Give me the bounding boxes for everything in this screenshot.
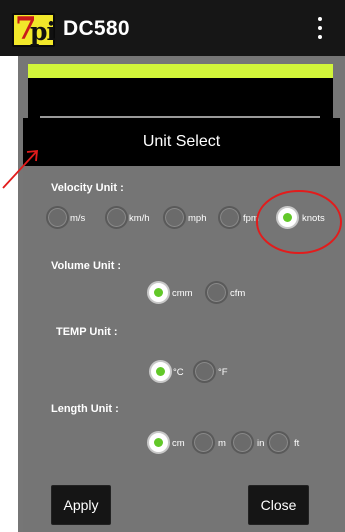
option-label-m: m bbox=[218, 438, 226, 449]
app-title: DC580 bbox=[63, 17, 130, 40]
app-logo: 7 pi bbox=[12, 12, 56, 47]
reading-display bbox=[28, 78, 333, 120]
radio-velocity-kmh[interactable] bbox=[105, 206, 128, 229]
unit-select-dialog: Unit Select Velocity Unit : m/s km/h mph… bbox=[23, 118, 340, 532]
option-label-in: in bbox=[257, 438, 265, 449]
option-label-cmm: cmm bbox=[172, 288, 193, 299]
option-label-cfm: cfm bbox=[230, 288, 246, 299]
close-button[interactable]: Close bbox=[248, 485, 309, 525]
radio-velocity-mph[interactable] bbox=[163, 206, 186, 229]
dialog-header: Unit Select bbox=[23, 118, 340, 166]
length-unit-label: Length Unit : bbox=[51, 403, 119, 415]
apply-button[interactable]: Apply bbox=[51, 485, 111, 525]
option-label-fahrenheit: °F bbox=[218, 367, 228, 378]
option-label-cm: cm bbox=[172, 438, 185, 449]
radio-length-in[interactable] bbox=[231, 431, 254, 454]
option-label-celsius: °C bbox=[173, 367, 184, 378]
radio-length-ft[interactable] bbox=[267, 431, 290, 454]
velocity-unit-label: Velocity Unit : bbox=[51, 182, 124, 194]
app-bar: 7 pi DC580 bbox=[0, 0, 345, 56]
more-vert-icon[interactable] bbox=[313, 15, 327, 41]
radio-velocity-ms[interactable] bbox=[46, 206, 69, 229]
option-label-fpm: fpm bbox=[243, 213, 259, 224]
radio-volume-cmm[interactable] bbox=[147, 281, 170, 304]
radio-length-cm[interactable] bbox=[147, 431, 170, 454]
radio-length-m[interactable] bbox=[192, 431, 215, 454]
dialog-title: Unit Select bbox=[142, 133, 221, 150]
option-label-ms: m/s bbox=[70, 213, 86, 224]
option-label-mph: mph bbox=[188, 213, 207, 224]
radio-velocity-knots[interactable] bbox=[276, 206, 299, 229]
temp-unit-label: TEMP Unit : bbox=[56, 326, 118, 338]
volume-unit-label: Volume Unit : bbox=[51, 260, 122, 272]
radio-temp-celsius[interactable] bbox=[149, 360, 172, 383]
radio-velocity-fpm[interactable] bbox=[218, 206, 241, 229]
option-label-kmh: km/h bbox=[129, 213, 150, 224]
option-label-ft: ft bbox=[294, 438, 300, 449]
radio-temp-fahrenheit[interactable] bbox=[193, 360, 216, 383]
status-bar-indicator bbox=[28, 64, 333, 78]
option-label-knots: knots bbox=[302, 213, 325, 224]
radio-volume-cfm[interactable] bbox=[205, 281, 228, 304]
